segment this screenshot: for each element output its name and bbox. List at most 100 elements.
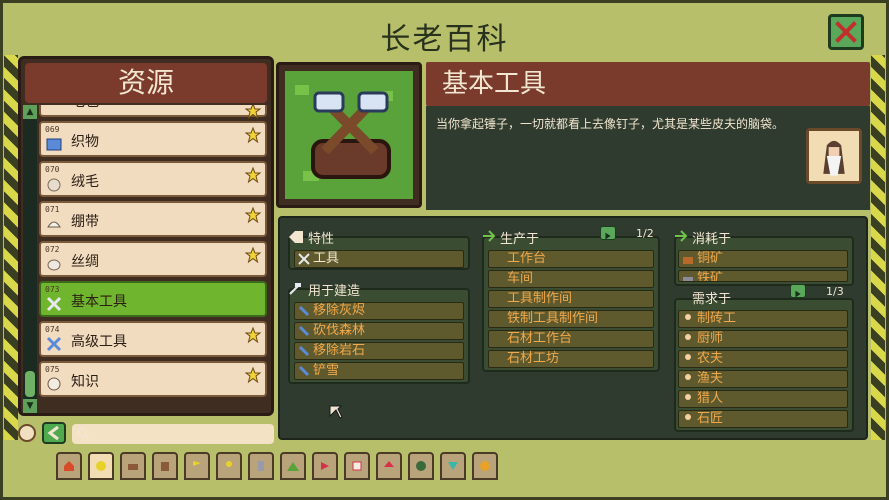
home-icon: [64, 461, 74, 471]
misc-icon: [416, 461, 426, 471]
close-button[interactable]: [828, 14, 864, 50]
copper-mine-icon: [683, 257, 693, 264]
produced-in-next-button[interactable]: [600, 226, 616, 240]
search-input[interactable]: [72, 424, 274, 444]
item-label: 高级工具: [71, 334, 127, 350]
tab-home[interactable]: [56, 452, 82, 480]
back-button[interactable]: [42, 422, 66, 444]
list-item[interactable]: 069 织物: [39, 121, 267, 157]
list-item[interactable]: 072 丝绸: [39, 241, 267, 277]
tab-terrain[interactable]: [280, 452, 306, 480]
used-for-row[interactable]: 移除灰烬: [294, 302, 464, 320]
star-icon[interactable]: [245, 367, 261, 383]
scroll-down-button[interactable]: ▼: [23, 399, 37, 413]
required-by-row[interactable]: 猎人: [678, 390, 848, 408]
required-by-label: 石匠: [697, 411, 724, 426]
villager-icon: [685, 354, 691, 360]
list-item[interactable]: 071 绷带: [39, 201, 267, 237]
required-by-row[interactable]: 渔夫: [678, 370, 848, 388]
item-number: 072: [45, 245, 60, 254]
required-by-row[interactable]: 制砖工: [678, 310, 848, 328]
produced-in-label: 工具制作间: [507, 291, 573, 306]
item-label: 绒毛: [71, 174, 99, 190]
tab-monuments[interactable]: [248, 452, 274, 480]
produced-in-row[interactable]: 工作台: [488, 250, 654, 268]
used-for-label: 移除岩石: [313, 343, 366, 358]
used-for-row[interactable]: 铲雪: [294, 362, 464, 380]
tool-icon: [298, 253, 310, 265]
produced-in-label: 工作台: [507, 251, 547, 266]
tab-resources[interactable]: [88, 452, 114, 480]
arrow-right-icon: [675, 230, 688, 242]
tab-status[interactable]: [472, 452, 498, 480]
required-by-row[interactable]: 石匠: [678, 410, 848, 428]
building-icon: [161, 462, 169, 471]
used-for-row[interactable]: 砍伐森林: [294, 322, 464, 340]
item-number: 073: [45, 285, 60, 294]
star-icon[interactable]: [245, 127, 261, 143]
consumed-by-row[interactable]: 铁矿: [678, 270, 848, 282]
axe-icon: [298, 325, 310, 337]
produced-in-row[interactable]: 石材工作台: [488, 330, 654, 348]
tab-events[interactable]: [312, 452, 338, 480]
star-icon[interactable]: [245, 327, 261, 343]
required-by-row[interactable]: 农夫: [678, 350, 848, 368]
required-by-next-button[interactable]: [790, 284, 806, 298]
detail-title: 基本工具: [426, 62, 870, 106]
produced-in-label: 石材工作台: [507, 331, 573, 346]
produced-in-row[interactable]: 车间: [488, 270, 654, 288]
produced-in-row[interactable]: 工具制作间: [488, 290, 654, 308]
resource-list: 毛毯 069 织物 070 绒毛 071 绷带 072 丝绸: [39, 105, 271, 413]
star-icon[interactable]: [245, 247, 261, 263]
search-icon: [77, 427, 90, 440]
resource-icon: [96, 461, 106, 471]
list-item[interactable]: 毛毯: [39, 105, 267, 119]
scroll-up-button[interactable]: ▲: [23, 105, 37, 119]
villager-icon: [685, 334, 691, 340]
required-by-title: 需求于: [692, 292, 732, 307]
resource-list-panel: 资源 ▲ ▼ 毛毯 069 织物 070 绒毛 071 绷带: [18, 56, 274, 416]
item-label: 知识: [71, 374, 99, 390]
detail-description-panel: 当你拿起锤子，一切就都看上去像钉子，尤其是某些皮夫的脑袋。: [426, 106, 870, 210]
search-row: [18, 420, 274, 446]
star-icon[interactable]: [245, 105, 261, 119]
consumed-by-row[interactable]: 铜矿: [678, 250, 848, 268]
star-icon[interactable]: [245, 207, 261, 223]
required-by-label: 渔夫: [697, 371, 724, 386]
required-by-label: 猎人: [697, 391, 724, 406]
list-item-selected[interactable]: 073 基本工具: [39, 281, 267, 317]
scrollbar[interactable]: ▲ ▼: [23, 105, 37, 413]
villager-icon: [685, 394, 691, 400]
star-icon[interactable]: [245, 167, 261, 183]
tab-upgrades[interactable]: [376, 452, 402, 480]
required-by-row[interactable]: 厨师: [678, 330, 848, 348]
produced-in-row[interactable]: 石材工坊: [488, 350, 654, 368]
tab-flags[interactable]: [184, 452, 210, 480]
tab-villagers[interactable]: [216, 452, 242, 480]
used-for-row[interactable]: 移除岩石: [294, 342, 464, 360]
scroll-thumb[interactable]: [25, 371, 35, 397]
mouse-cursor-icon: [329, 405, 343, 419]
iron-mine-icon: [683, 277, 693, 281]
tab-tech[interactable]: [344, 452, 370, 480]
list-item[interactable]: 075 知识: [39, 361, 267, 397]
snow-shovel-icon: [298, 365, 310, 377]
list-item[interactable]: 074 高级工具: [39, 321, 267, 357]
tab-misc[interactable]: [408, 452, 434, 480]
trait-row: 工具: [294, 250, 464, 268]
elder-avatar: [806, 128, 862, 184]
advanced-tools-icon: [46, 336, 62, 352]
list-item[interactable]: 070 绒毛: [39, 161, 267, 197]
tab-animals[interactable]: [120, 452, 146, 480]
produced-in-row[interactable]: 铁制工具制作间: [488, 310, 654, 328]
item-number: 071: [45, 205, 60, 214]
item-label: 基本工具: [71, 294, 127, 310]
tab-filter[interactable]: [440, 452, 466, 480]
item-number: 069: [45, 125, 60, 134]
required-by-page: 1/3: [826, 285, 844, 298]
item-label: 丝绸: [71, 254, 99, 270]
filter-icon: [448, 462, 458, 470]
filter-toggle-button[interactable]: [18, 424, 36, 442]
tab-buildings[interactable]: [152, 452, 178, 480]
villager-icon: [685, 414, 691, 420]
